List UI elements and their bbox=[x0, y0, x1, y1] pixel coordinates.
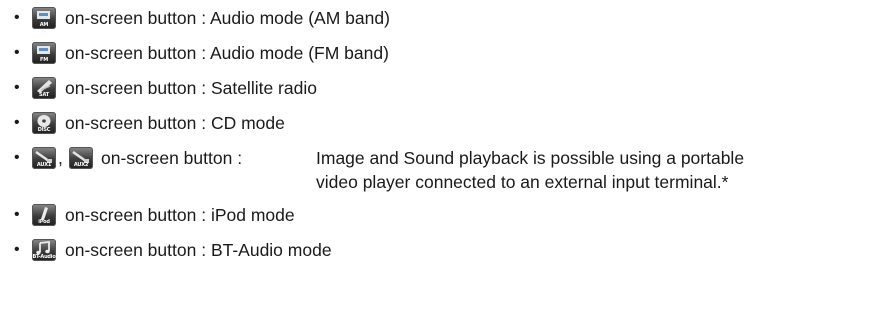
disc-icon: DISC bbox=[32, 112, 56, 134]
item-description-continued: video player connected to an external in… bbox=[316, 172, 729, 192]
fm-radio-icon: FM bbox=[32, 42, 56, 64]
item-label: on-screen button : BT-Audio mode bbox=[65, 240, 332, 260]
aux2-icon: AUX2 bbox=[69, 147, 93, 169]
bullet: • bbox=[14, 149, 20, 166]
item-label: on-screen button : bbox=[101, 148, 243, 168]
aux1-icon: AUX1 bbox=[32, 147, 56, 169]
ipod-icon: iPod bbox=[32, 204, 56, 226]
bullet: • bbox=[14, 206, 20, 223]
item-label: on-screen button : Audio mode (FM band) bbox=[65, 43, 389, 63]
item-label: on-screen button : iPod mode bbox=[65, 205, 295, 225]
satellite-radio-icon: SAT bbox=[32, 77, 56, 99]
bullet: • bbox=[14, 44, 20, 61]
bt-audio-icon: BT-Audio bbox=[32, 239, 56, 261]
bullet: • bbox=[14, 241, 20, 258]
item-description: Image and Sound playback is possible usi… bbox=[316, 148, 745, 168]
am-radio-icon: AM bbox=[32, 7, 56, 29]
bullet: • bbox=[14, 114, 20, 131]
item-label: on-screen button : Audio mode (AM band) bbox=[65, 8, 390, 28]
bullet: • bbox=[14, 9, 20, 26]
item-label: on-screen button : CD mode bbox=[65, 113, 285, 133]
icon-separator: , bbox=[58, 148, 63, 168]
bullet: • bbox=[14, 79, 20, 96]
item-label: on-screen button : Satellite radio bbox=[65, 78, 317, 98]
